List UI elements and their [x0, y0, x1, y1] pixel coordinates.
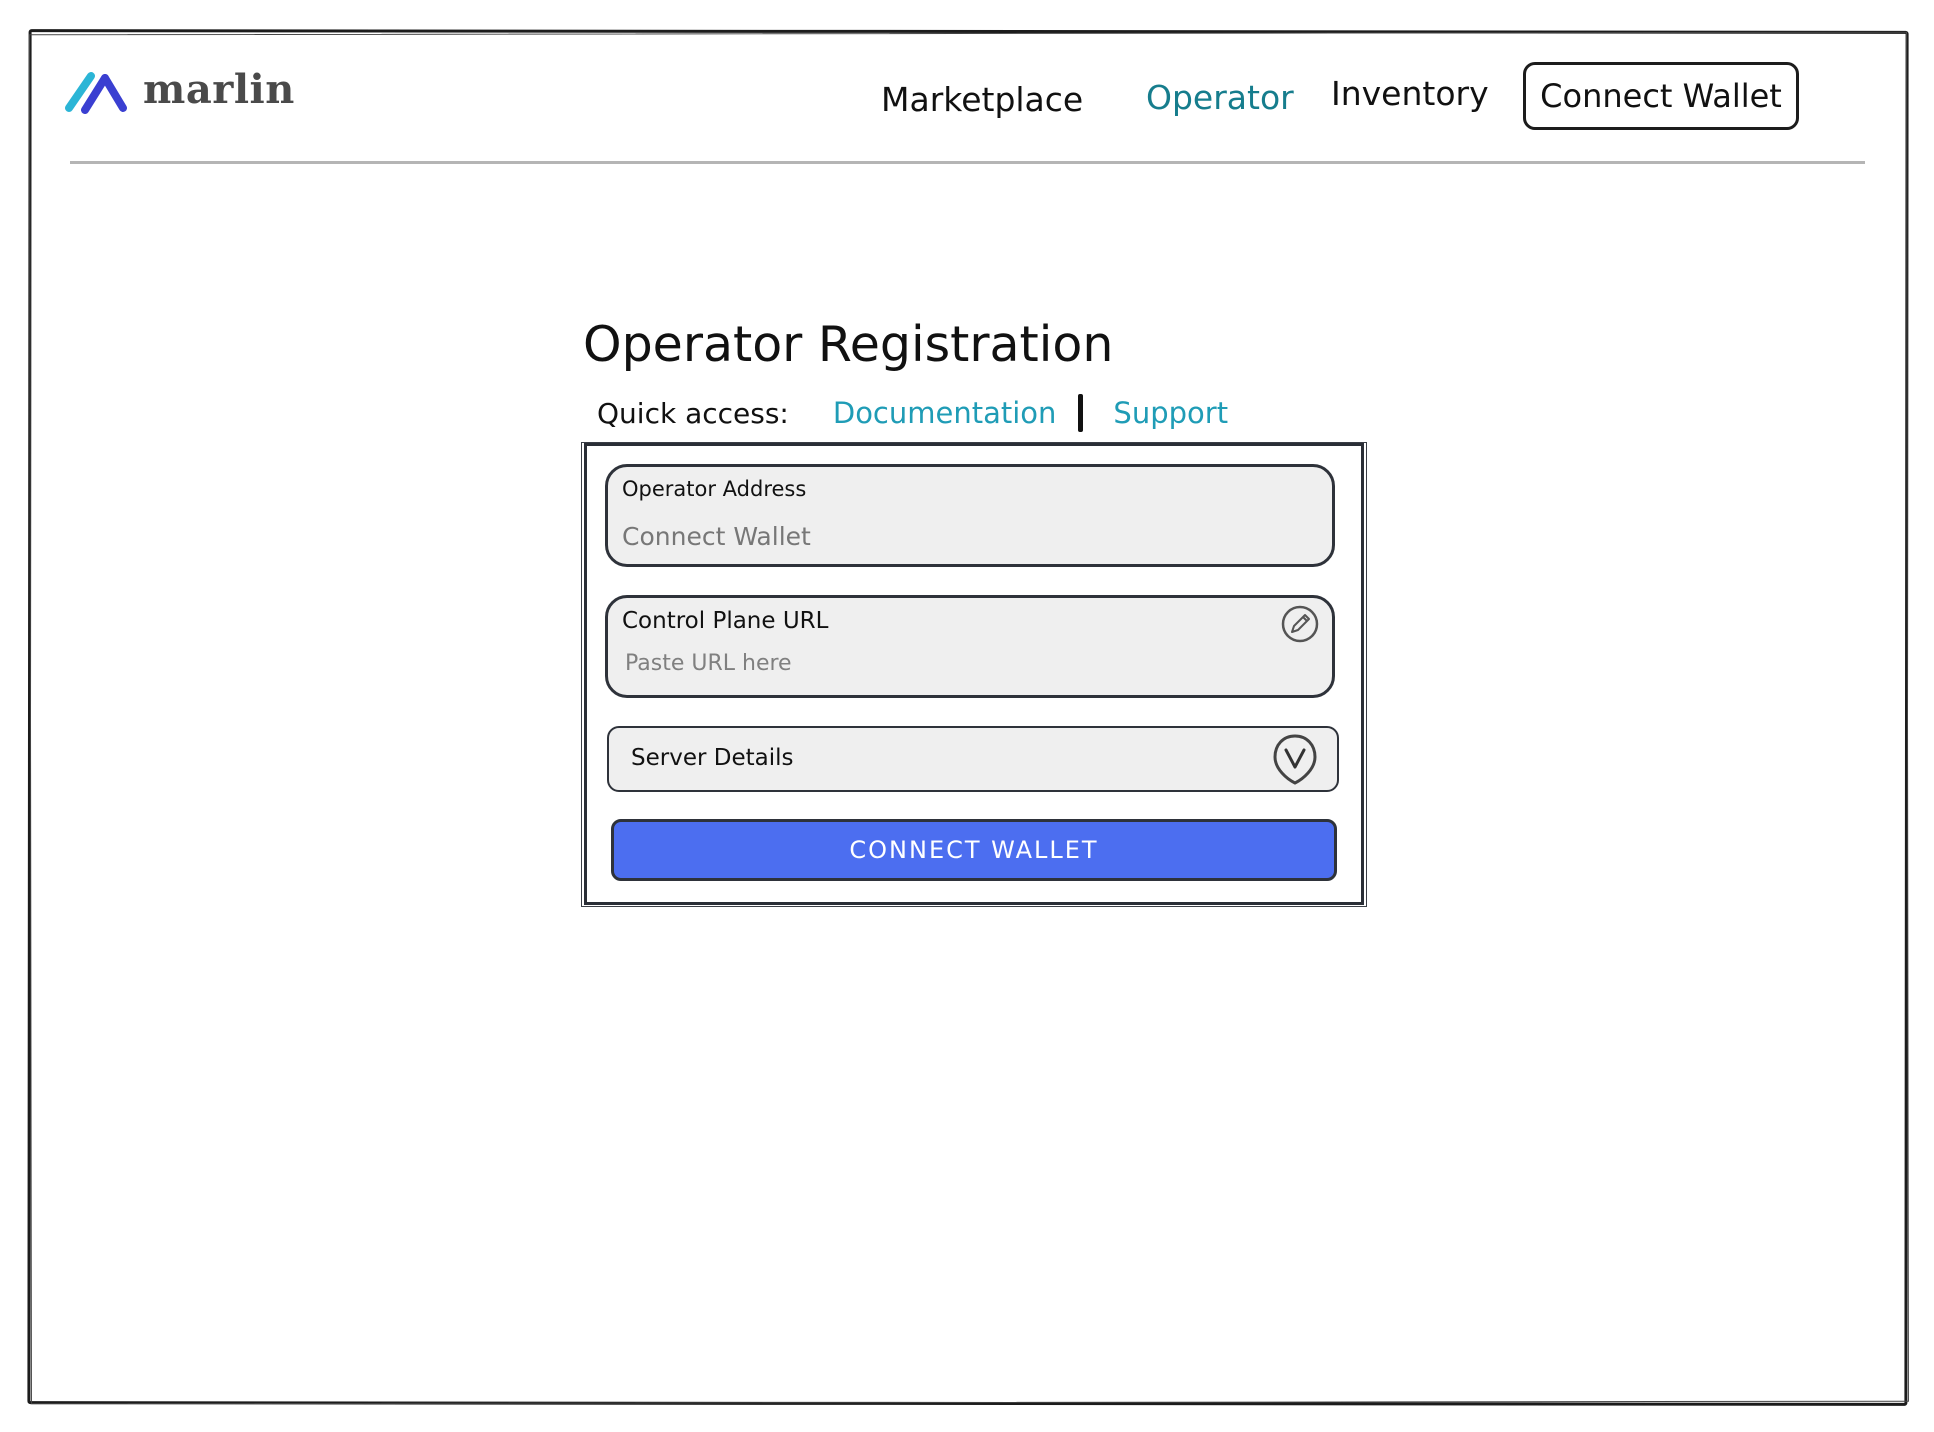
quick-access-separator — [1078, 394, 1084, 432]
page-title: Operator Registration — [583, 316, 1114, 373]
quick-access: Quick access: Documentation Support — [597, 394, 1228, 432]
connect-wallet-nav-button[interactable]: Connect Wallet — [1523, 62, 1799, 130]
nav-marketplace[interactable]: Marketplace — [881, 80, 1083, 119]
chevron-down-icon[interactable] — [1271, 733, 1319, 785]
operator-address-label: Operator Address — [622, 477, 807, 501]
operator-address-value: Connect Wallet — [622, 522, 811, 551]
server-details-dropdown[interactable]: Server Details — [607, 726, 1339, 792]
registration-form: Operator Address Connect Wallet Control … — [581, 442, 1367, 907]
header-divider — [70, 161, 1865, 164]
server-details-label: Server Details — [631, 745, 794, 771]
nav-operator[interactable]: Operator — [1146, 78, 1294, 117]
pencil-icon[interactable] — [1280, 604, 1320, 644]
documentation-link[interactable]: Documentation — [833, 396, 1057, 430]
control-plane-url-label: Control Plane URL — [622, 608, 829, 634]
connect-wallet-button[interactable]: CONNECT WALLET — [611, 819, 1337, 881]
logo-text: marlin — [143, 65, 295, 113]
control-plane-url-field[interactable]: Control Plane URL Paste URL here — [605, 595, 1335, 698]
support-link[interactable]: Support — [1113, 396, 1228, 430]
logo[interactable]: marlin — [65, 65, 295, 114]
nav-inventory[interactable]: Inventory — [1331, 74, 1489, 113]
control-plane-url-input[interactable]: Paste URL here — [625, 651, 792, 676]
operator-address-field[interactable]: Operator Address Connect Wallet — [605, 464, 1335, 567]
quick-access-label: Quick access: — [597, 396, 789, 430]
marlin-logo-icon — [65, 72, 127, 114]
